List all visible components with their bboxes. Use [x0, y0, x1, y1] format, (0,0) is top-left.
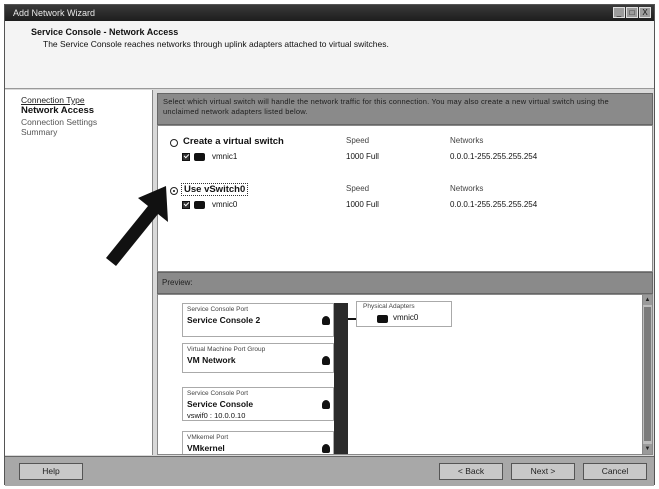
- close-button[interactable]: X: [639, 7, 651, 18]
- networks-header: Networks: [450, 184, 484, 193]
- nic-networks: 0.0.0.1-255.255.255.254: [450, 152, 538, 161]
- create-vswitch-radio[interactable]: [170, 139, 178, 147]
- port-group-name: Service Console 2: [187, 315, 261, 325]
- preview-panel: Service Console Port Service Console 2 V…: [157, 294, 653, 455]
- port-icon: [322, 400, 330, 409]
- port-group-type: Service Console Port: [187, 306, 249, 313]
- physical-adapter-name: vmnic0: [393, 313, 419, 322]
- nic-speed: 1000 Full: [346, 152, 379, 161]
- port-group-vm-network: Virtual Machine Port Group VM Network: [182, 343, 334, 373]
- vswitch-options: Create a virtual switch Speed Networks v…: [157, 125, 653, 272]
- step-connection-type[interactable]: Connection Type: [21, 95, 85, 105]
- maximize-button[interactable]: □: [626, 7, 638, 18]
- wizard-header: Service Console - Network Access The Ser…: [5, 21, 654, 89]
- port-group-name: VMkernel: [187, 443, 225, 453]
- scroll-thumb[interactable]: [644, 307, 651, 441]
- nic-speed: 1000 Full: [346, 200, 379, 209]
- port-group-type: Service Console Port: [187, 390, 249, 397]
- wizard-steps-nav: Connection Type Network Access Connectio…: [5, 90, 153, 455]
- physical-adapters-title: Physical Adapters: [363, 303, 415, 310]
- port-group-ip: vswif0 : 10.0.0.10: [187, 411, 246, 420]
- preview-header: Preview:: [157, 272, 653, 294]
- network-adapter-icon: [194, 153, 205, 161]
- vmnic1-checkbox[interactable]: [182, 153, 190, 161]
- use-vswitch0-label[interactable]: Use vSwitch0: [181, 183, 249, 196]
- step-connection-settings: Connection Settings: [21, 117, 98, 127]
- networks-header: Networks: [450, 136, 484, 145]
- step-summary: Summary: [21, 127, 58, 137]
- help-button[interactable]: Help: [19, 463, 83, 480]
- nic-networks: 0.0.0.1-255.255.255.254: [450, 200, 538, 209]
- option-create-vswitch[interactable]: Create a virtual switch Speed Networks v…: [158, 128, 652, 170]
- speed-header: Speed: [346, 184, 370, 193]
- port-group-name: VM Network: [187, 355, 236, 365]
- port-group-name: Service Console: [187, 399, 254, 409]
- port-group-type: VMkernel Port: [187, 434, 229, 441]
- nic-name: vmnic0: [212, 200, 238, 209]
- scroll-down-icon[interactable]: ▼: [643, 444, 652, 454]
- speed-header: Speed: [346, 136, 370, 145]
- back-button[interactable]: < Back: [439, 463, 503, 480]
- port-group-type: Virtual Machine Port Group: [187, 346, 266, 353]
- port-icon: [322, 444, 330, 453]
- step-network-access: Network Access: [21, 105, 95, 116]
- pointer-arrow-icon: [106, 186, 168, 266]
- nic-row: vmnic0 1000 Full 0.0.0.1-255.255.255.254: [182, 200, 652, 211]
- nic-name: vmnic1: [212, 152, 238, 161]
- network-adapter-icon: [377, 315, 388, 323]
- window-title: Add Network Wizard: [13, 8, 96, 18]
- window-controls: _ □ X: [613, 7, 651, 18]
- minimize-button[interactable]: _: [613, 7, 625, 18]
- cancel-button[interactable]: Cancel: [583, 463, 647, 480]
- nic-row: vmnic1 1000 Full 0.0.0.1-255.255.255.254: [182, 152, 652, 163]
- page-subtitle: The Service Console reaches networks thr…: [43, 39, 389, 49]
- preview-scrollbar[interactable]: ▲ ▼: [642, 295, 652, 454]
- page-title: Service Console - Network Access: [31, 27, 179, 37]
- port-group-vmkernel: VMkernel Port VMkernel: [182, 431, 334, 454]
- option-use-vswitch0[interactable]: Use vSwitch0 Speed Networks vmnic0 1000 …: [158, 176, 652, 218]
- port-icon: [322, 316, 330, 325]
- next-button[interactable]: Next >: [511, 463, 575, 480]
- network-adapter-icon: [194, 201, 205, 209]
- wizard-footer: Help < Back Next > Cancel: [5, 456, 654, 486]
- title-bar: Add Network Wizard _ □ X: [5, 5, 654, 21]
- create-vswitch-label[interactable]: Create a virtual switch: [183, 136, 284, 147]
- instruction-text: Select which virtual switch will handle …: [157, 93, 653, 125]
- port-group-service-console: Service Console Port Service Console vsw…: [182, 387, 334, 421]
- port-group-service-console-2: Service Console Port Service Console 2: [182, 303, 334, 337]
- physical-adapters-box: Physical Adapters vmnic0: [356, 301, 452, 327]
- scroll-up-icon[interactable]: ▲: [643, 295, 652, 305]
- port-icon: [322, 356, 330, 365]
- vmnic0-checkbox[interactable]: [182, 201, 190, 209]
- vswitch-bus: [334, 303, 348, 454]
